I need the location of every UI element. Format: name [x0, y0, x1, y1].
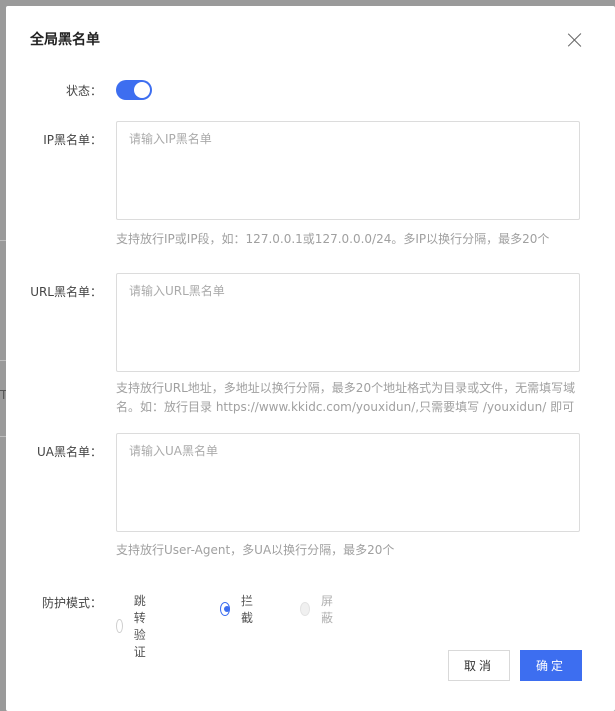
confirm-button[interactable]: 确定: [520, 650, 582, 681]
global-blacklist-dialog: 全局黑名单 状态： IP黑名单： 支持放行IP或IP段，如：127.0.0.1或…: [6, 6, 615, 711]
radio-redirect-verify[interactable]: 跳转验证: [116, 592, 153, 660]
radio-circle: [220, 602, 230, 616]
radio-label: 跳转验证: [133, 594, 146, 659]
radio-label: 拦截: [241, 594, 254, 625]
protection-mode-label: 防护模式：: [41, 596, 102, 610]
ua-blacklist-label: UA黑名单：: [37, 445, 102, 459]
radio-intercept[interactable]: 拦截: [220, 592, 257, 626]
cancel-button[interactable]: 取消: [448, 650, 510, 681]
toggle-knob: [134, 82, 150, 98]
url-blacklist-label: URL黑名单：: [30, 285, 102, 299]
radio-block[interactable]: 屏蔽: [300, 592, 337, 626]
status-label: 状态：: [65, 84, 102, 98]
ip-blacklist-input[interactable]: [116, 121, 580, 220]
radio-label: 屏蔽: [321, 594, 334, 625]
close-icon[interactable]: [566, 31, 584, 49]
radio-circle: [300, 602, 310, 616]
dialog-title: 全局黑名单: [30, 32, 100, 48]
ua-blacklist-input[interactable]: [116, 433, 580, 532]
status-toggle[interactable]: [116, 80, 152, 100]
url-blacklist-input[interactable]: [116, 273, 580, 372]
ip-blacklist-label: IP黑名单：: [43, 133, 102, 147]
ip-blacklist-hint: 支持放行IP或IP段，如：127.0.0.1或127.0.0.0/24。多IP以…: [116, 232, 550, 246]
ua-blacklist-hint: 支持放行User-Agent，多UA以换行分隔，最多20个: [116, 543, 395, 557]
radio-circle: [116, 619, 123, 633]
url-blacklist-hint: 支持放行URL地址，多地址以换行分隔，最多20个地址格式为目录或文件，无需填写域…: [116, 381, 576, 414]
